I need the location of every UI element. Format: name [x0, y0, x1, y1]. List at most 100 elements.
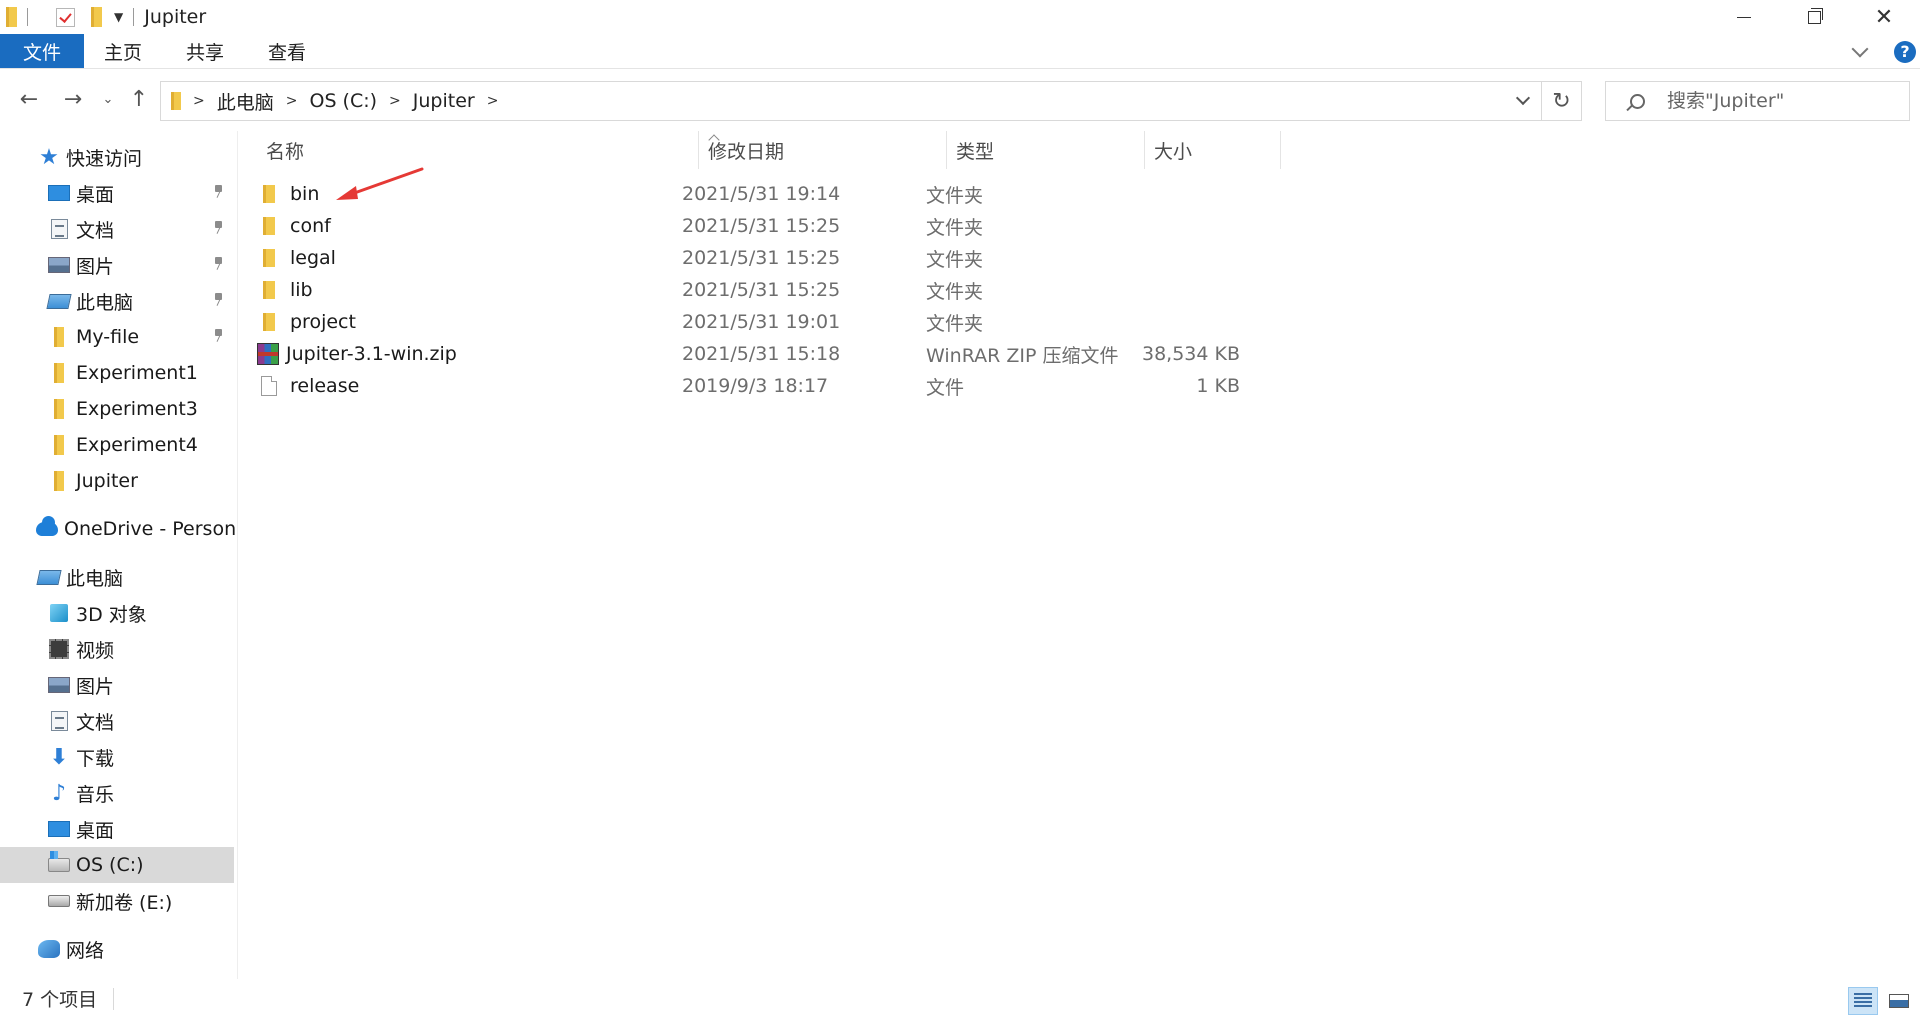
folder-icon — [48, 363, 70, 383]
address-history-button[interactable] — [1505, 82, 1541, 120]
breadcrumb-chevron-icon[interactable]: > — [389, 93, 401, 109]
sidebar-item-quick-access[interactable]: ★ 快速访问 — [0, 139, 234, 175]
sidebar-item-this-pc-pinned[interactable]: 此电脑 — [0, 283, 234, 319]
pin-icon — [214, 329, 223, 342]
breadcrumb-drive-c[interactable]: OS (C:) — [309, 90, 377, 112]
tab-home[interactable]: 主页 — [84, 34, 164, 68]
sidebar-item-label: OS (C:) — [76, 854, 144, 876]
file-date: 2019/9/3 18:17 — [682, 375, 829, 397]
sidebar-item-experiment3[interactable]: Experiment3 — [0, 391, 234, 427]
new-folder-icon[interactable] — [91, 7, 102, 27]
sidebar-item-label: Experiment3 — [76, 398, 198, 420]
pin-icon — [214, 257, 223, 270]
large-icons-view-icon — [1889, 994, 1909, 1008]
expand-ribbon-chevron-down-icon[interactable] — [1851, 40, 1869, 57]
sidebar-item-label: My-file — [76, 326, 140, 348]
file-name-cell: bin — [260, 178, 319, 210]
sidebar-item-onedrive[interactable]: OneDrive - Personal — [0, 511, 237, 547]
file-row-conf[interactable]: conf 2021/5/31 15:25 文件夹 — [232, 210, 1282, 242]
sidebar-item-my-file[interactable]: My-file — [0, 319, 234, 355]
sidebar-item-label: 桌面 — [76, 183, 115, 206]
breadcrumb-jupiter[interactable]: Jupiter — [413, 90, 475, 112]
file-name: Jupiter-3.1-win.zip — [286, 343, 457, 365]
breadcrumb-this-pc[interactable]: 此电脑 — [217, 88, 274, 115]
sidebar-item-label: 3D 对象 — [76, 603, 147, 626]
title-bar: ▼ Jupiter ✕ — [0, 0, 1920, 34]
column-header-date[interactable]: 修改日期 — [698, 131, 948, 169]
sidebar-item-music[interactable]: ♪ 音乐 — [0, 775, 234, 811]
column-divider[interactable] — [1280, 131, 1281, 169]
pin-icon — [214, 221, 223, 234]
large-icons-view-button[interactable] — [1884, 987, 1914, 1015]
sidebar-item-drive-c[interactable]: OS (C:) — [0, 847, 234, 883]
sidebar-item-3d-objects[interactable]: 3D 对象 — [0, 595, 234, 631]
sidebar-item-pictures[interactable]: 图片 — [0, 247, 234, 283]
file-row-release[interactable]: release 2019/9/3 18:17 文件 1 KB — [232, 370, 1282, 402]
chevron-down-icon — [1515, 90, 1531, 106]
search-box[interactable] — [1605, 81, 1910, 121]
column-header-size[interactable]: 大小 — [1144, 131, 1280, 169]
pictures-icon — [48, 255, 70, 275]
refresh-button[interactable]: ↻ — [1542, 81, 1582, 121]
help-icon[interactable]: ? — [1894, 40, 1916, 63]
sidebar-item-this-pc[interactable]: 此电脑 — [0, 559, 234, 595]
file-row-legal[interactable]: legal 2021/5/31 15:25 文件夹 — [232, 242, 1282, 274]
minimize-button[interactable] — [1716, 0, 1772, 34]
breadcrumb-chevron-icon[interactable]: > — [286, 93, 298, 109]
folder-icon — [48, 435, 70, 455]
forward-button[interactable]: → — [58, 82, 88, 116]
file-name-cell: release — [260, 370, 359, 402]
sidebar-item-desktop[interactable]: 桌面 — [0, 175, 234, 211]
sidebar-item-label: 下载 — [76, 747, 115, 770]
customize-quick-access-dropdown-icon[interactable]: ▼ — [114, 10, 123, 24]
tab-view[interactable]: 查看 — [246, 34, 328, 68]
folder-icon — [260, 217, 278, 235]
file-name-cell: project — [260, 306, 356, 338]
tab-share[interactable]: 共享 — [164, 34, 246, 68]
address-bar[interactable]: > 此电脑 > OS (C:) > Jupiter > — [160, 81, 1542, 121]
file-row-lib[interactable]: lib 2021/5/31 15:25 文件夹 — [232, 274, 1282, 306]
sidebar-item-label: 视频 — [76, 639, 115, 662]
folder-icon — [260, 281, 278, 299]
desktop-icon — [48, 819, 70, 839]
file-type: 文件夹 — [926, 216, 984, 239]
details-view-button[interactable] — [1848, 987, 1878, 1015]
restore-icon — [1807, 7, 1823, 24]
restore-button[interactable] — [1786, 0, 1842, 34]
videos-icon — [48, 639, 70, 659]
sidebar-item-documents-pc[interactable]: 文档 — [0, 703, 234, 739]
breadcrumb-chevron-icon[interactable]: > — [487, 93, 499, 109]
column-header-name[interactable]: 名称 — [238, 131, 698, 169]
sidebar-item-label: 此电脑 — [66, 567, 124, 590]
sidebar-item-videos[interactable]: 视频 — [0, 631, 234, 667]
breadcrumb-chevron-icon[interactable]: > — [193, 93, 205, 109]
column-header-type[interactable]: 类型 — [946, 131, 1144, 169]
tab-file[interactable]: 文件 — [0, 34, 84, 68]
close-button[interactable]: ✕ — [1856, 0, 1912, 34]
details-view-icon — [1854, 993, 1872, 1009]
music-icon: ♪ — [51, 780, 67, 806]
file-row-project[interactable]: project 2021/5/31 19:01 文件夹 — [232, 306, 1282, 338]
sidebar-item-jupiter[interactable]: Jupiter — [0, 463, 234, 499]
sidebar-item-desktop-pc[interactable]: 桌面 — [0, 811, 234, 847]
chevron-down-icon: ⌄ — [102, 91, 114, 107]
sidebar-item-pictures-pc[interactable]: 图片 — [0, 667, 234, 703]
sidebar-item-experiment1[interactable]: Experiment1 — [0, 355, 234, 391]
properties-check-icon[interactable] — [56, 7, 75, 27]
drive-icon — [48, 891, 70, 911]
file-row-jupiter-zip[interactable]: Jupiter-3.1-win.zip 2021/5/31 15:18 WinR… — [232, 338, 1282, 370]
search-input[interactable] — [1667, 90, 1887, 112]
back-button[interactable]: ← — [14, 82, 44, 116]
folder-icon — [48, 471, 70, 491]
folder-icon — [48, 327, 70, 347]
sidebar-item-experiment4[interactable]: Experiment4 — [0, 427, 234, 463]
folder-icon — [260, 249, 278, 267]
sidebar-item-downloads[interactable]: ⬇ 下载 — [0, 739, 234, 775]
up-button[interactable]: ↑ — [124, 82, 154, 116]
sidebar-item-network[interactable]: 网络 — [0, 931, 234, 967]
ribbon-controls: ? — [1851, 34, 1920, 69]
sidebar-item-documents[interactable]: 文档 — [0, 211, 234, 247]
sidebar-item-drive-e[interactable]: 新加卷 (E:) — [0, 883, 234, 919]
recent-locations-button[interactable]: ⌄ — [98, 82, 118, 116]
file-name-cell: conf — [260, 210, 331, 242]
